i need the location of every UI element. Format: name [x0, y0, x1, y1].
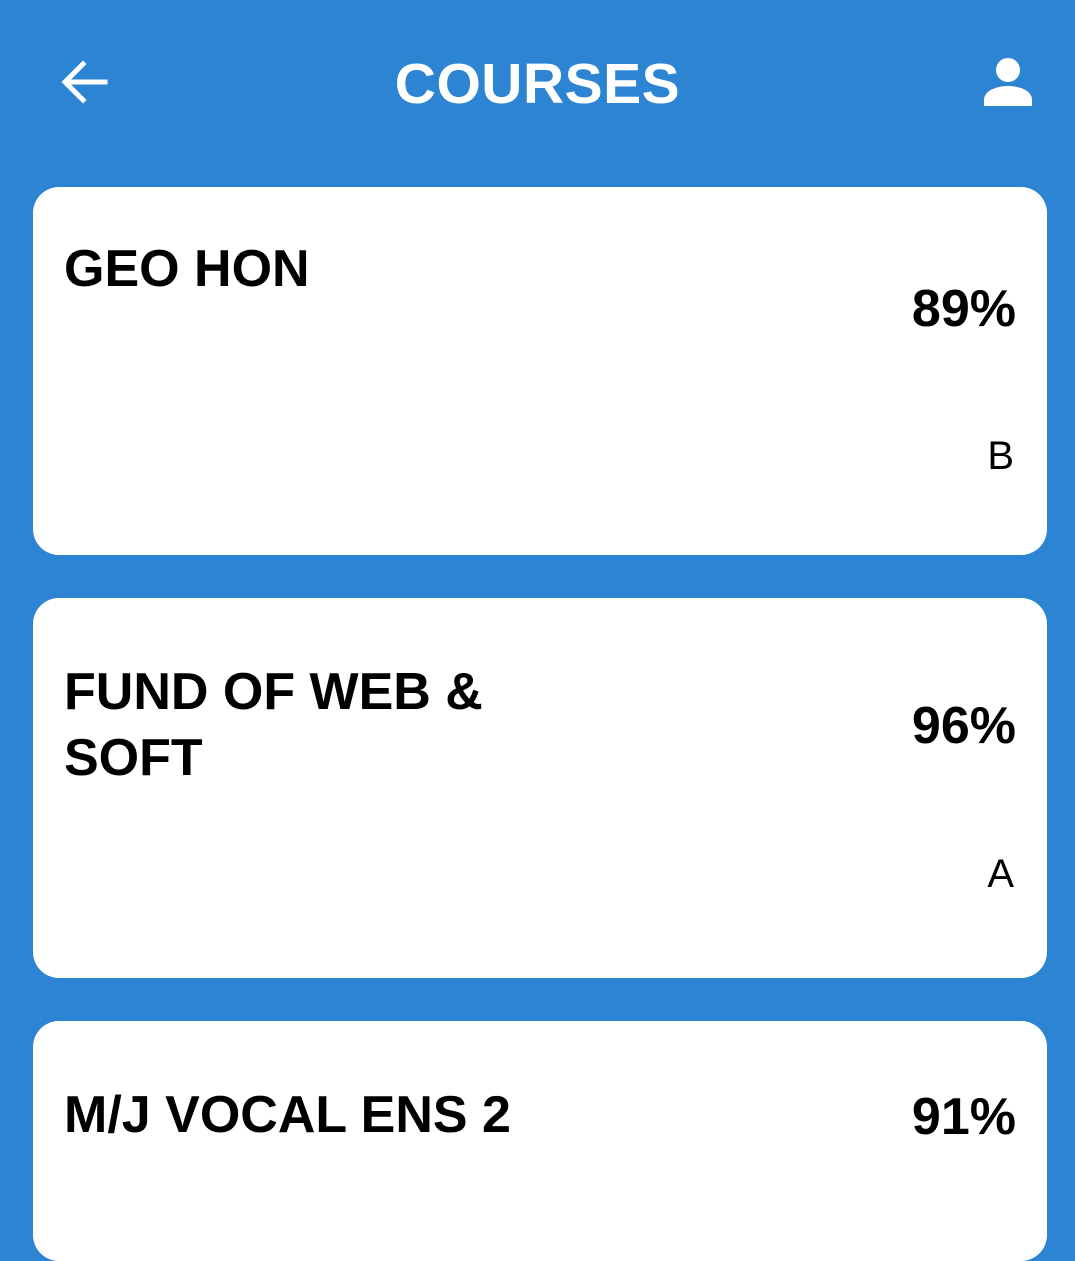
- page-title: COURSES: [394, 52, 681, 116]
- course-card[interactable]: M/J VOCAL ENS 2 91%: [33, 1021, 1047, 1261]
- course-card[interactable]: FUND OF WEB & SOFT 96% A: [33, 598, 1047, 978]
- course-name: M/J VOCAL ENS 2: [64, 1086, 511, 1144]
- course-percent: 91%: [911, 1088, 1016, 1146]
- course-percent: 89%: [911, 280, 1016, 338]
- app-bar: COURSES: [0, 0, 1075, 168]
- course-percent: 96%: [911, 697, 1016, 755]
- course-card[interactable]: GEO HON 89% B: [33, 187, 1047, 555]
- profile-button[interactable]: [974, 50, 1042, 114]
- course-name: GEO HON: [64, 240, 310, 298]
- course-letter-grade: A: [987, 852, 1014, 896]
- person-icon: [984, 58, 1032, 106]
- course-name: FUND OF WEB & SOFT: [64, 663, 483, 787]
- course-letter-grade: B: [987, 434, 1014, 478]
